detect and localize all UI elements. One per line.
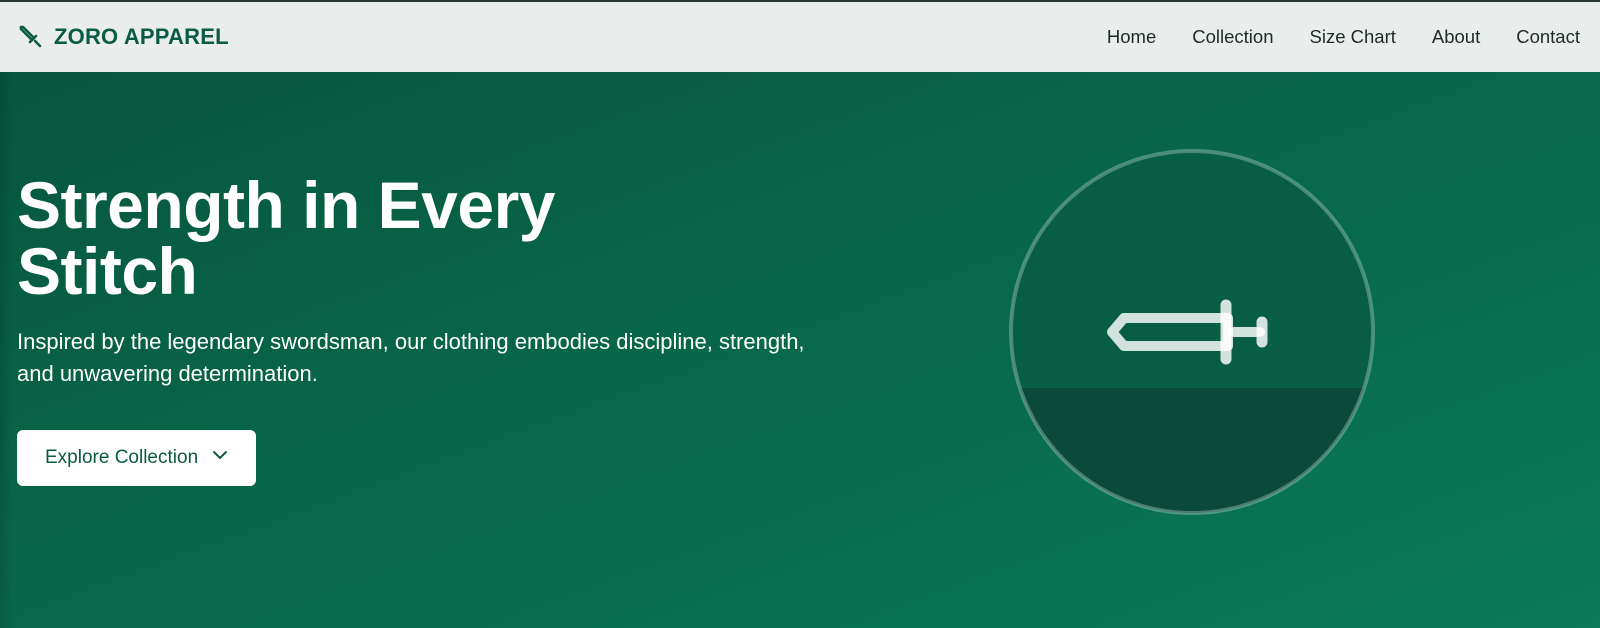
explore-collection-button[interactable]: Explore Collection [17,430,257,486]
brand-name: ZORO APPAREL [54,24,229,49]
chevron-down-icon [212,447,228,469]
page: ZORO APPAREL Home Collection Size Chart … [0,0,1600,628]
nav-contact[interactable]: Contact [1516,26,1580,48]
sword-icon [18,24,44,50]
hero-edge-shade [0,72,12,628]
hero-emblem-graphic [1009,149,1375,515]
nav-home[interactable]: Home [1107,26,1156,48]
explore-collection-label: Explore Collection [45,447,199,468]
main-nav: Home Collection Size Chart About Contact [1107,26,1582,48]
hero-emblem [1008,148,1376,516]
hero-title: Strength in Every Stitch [17,168,555,308]
nav-size-chart[interactable]: Size Chart [1310,26,1396,48]
hero-subtitle: Inspired by the legendary swordsman, our… [17,329,805,386]
hero-text-block: Strength in Every Stitch Inspired by the… [17,172,837,486]
hero-section: Strength in Every Stitch Inspired by the… [0,72,1600,628]
nav-collection[interactable]: Collection [1192,26,1273,48]
nav-about[interactable]: About [1432,26,1480,48]
site-header: ZORO APPAREL Home Collection Size Chart … [0,0,1600,72]
brand-logo-link[interactable]: ZORO APPAREL [18,24,229,50]
